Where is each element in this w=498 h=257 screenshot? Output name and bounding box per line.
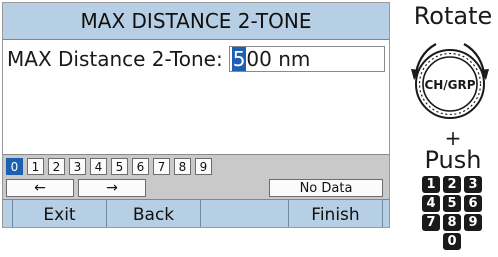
hw-key-8[interactable]: 8 <box>443 214 461 231</box>
digit-key-2[interactable]: 2 <box>48 158 65 175</box>
digit-key-9[interactable]: 9 <box>195 158 212 175</box>
plus-sign: + <box>444 126 462 150</box>
digit-key-3[interactable]: 3 <box>69 158 86 175</box>
onscreen-keypad: 0 1 2 3 4 5 6 7 8 9 ← → No Data <box>3 154 389 199</box>
exit-softkey[interactable]: Exit <box>13 200 107 227</box>
rotate-label: Rotate <box>413 2 493 30</box>
radio-display: MAX DISTANCE 2-TONE MAX Distance 2-Tone:… <box>2 2 390 228</box>
digit-key-8[interactable]: 8 <box>174 158 191 175</box>
distance-field-row: MAX Distance 2-Tone: 5 00 nm <box>7 43 385 75</box>
knob-icon: CH/GRP <box>411 43 489 119</box>
no-data-key[interactable]: No Data <box>269 179 383 197</box>
screen-title: MAX DISTANCE 2-TONE <box>3 3 389 40</box>
distance-input[interactable]: 5 00 nm <box>228 46 385 72</box>
hw-key-1[interactable]: 1 <box>422 176 440 193</box>
softkey-bar: Exit Back Finish <box>3 199 389 227</box>
right-arrow-key[interactable]: → <box>78 179 146 197</box>
left-arrow-key[interactable]: ← <box>6 179 74 197</box>
hw-key-2[interactable]: 2 <box>443 176 461 193</box>
softkey-spacer-right <box>383 200 389 227</box>
knob-label: CH/GRP <box>424 78 475 92</box>
arrow-key-row: ← → <box>6 179 146 197</box>
digit-key-6[interactable]: 6 <box>132 158 149 175</box>
hw-key-0[interactable]: 0 <box>443 233 461 250</box>
softkey-spacer-left <box>3 200 13 227</box>
ch-grp-knob[interactable]: CH/GRP <box>402 36 498 126</box>
hw-key-7[interactable]: 7 <box>422 214 440 231</box>
push-label: Push <box>424 146 482 174</box>
hw-key-9[interactable]: 9 <box>464 214 482 231</box>
digit-key-7[interactable]: 7 <box>153 158 170 175</box>
hw-key-3[interactable]: 3 <box>464 176 482 193</box>
digit-key-5[interactable]: 5 <box>111 158 128 175</box>
finish-softkey[interactable]: Finish <box>289 200 383 227</box>
digit-key-0[interactable]: 0 <box>6 158 23 175</box>
hw-key-4[interactable]: 4 <box>422 195 440 212</box>
digit-key-1[interactable]: 1 <box>27 158 44 175</box>
hardware-numpad: 1 2 3 4 5 6 7 8 9 0 <box>422 176 482 250</box>
blank-softkey[interactable] <box>201 200 289 227</box>
back-softkey[interactable]: Back <box>107 200 201 227</box>
digit-key-4[interactable]: 4 <box>90 158 107 175</box>
input-value-rest: 00 nm <box>246 47 311 71</box>
hw-key-5[interactable]: 5 <box>443 195 461 212</box>
hw-key-6[interactable]: 6 <box>464 195 482 212</box>
input-cursor-char: 5 <box>231 47 247 71</box>
distance-field-label: MAX Distance 2-Tone: <box>7 47 223 71</box>
digit-key-row: 0 1 2 3 4 5 6 7 8 9 <box>6 158 212 175</box>
